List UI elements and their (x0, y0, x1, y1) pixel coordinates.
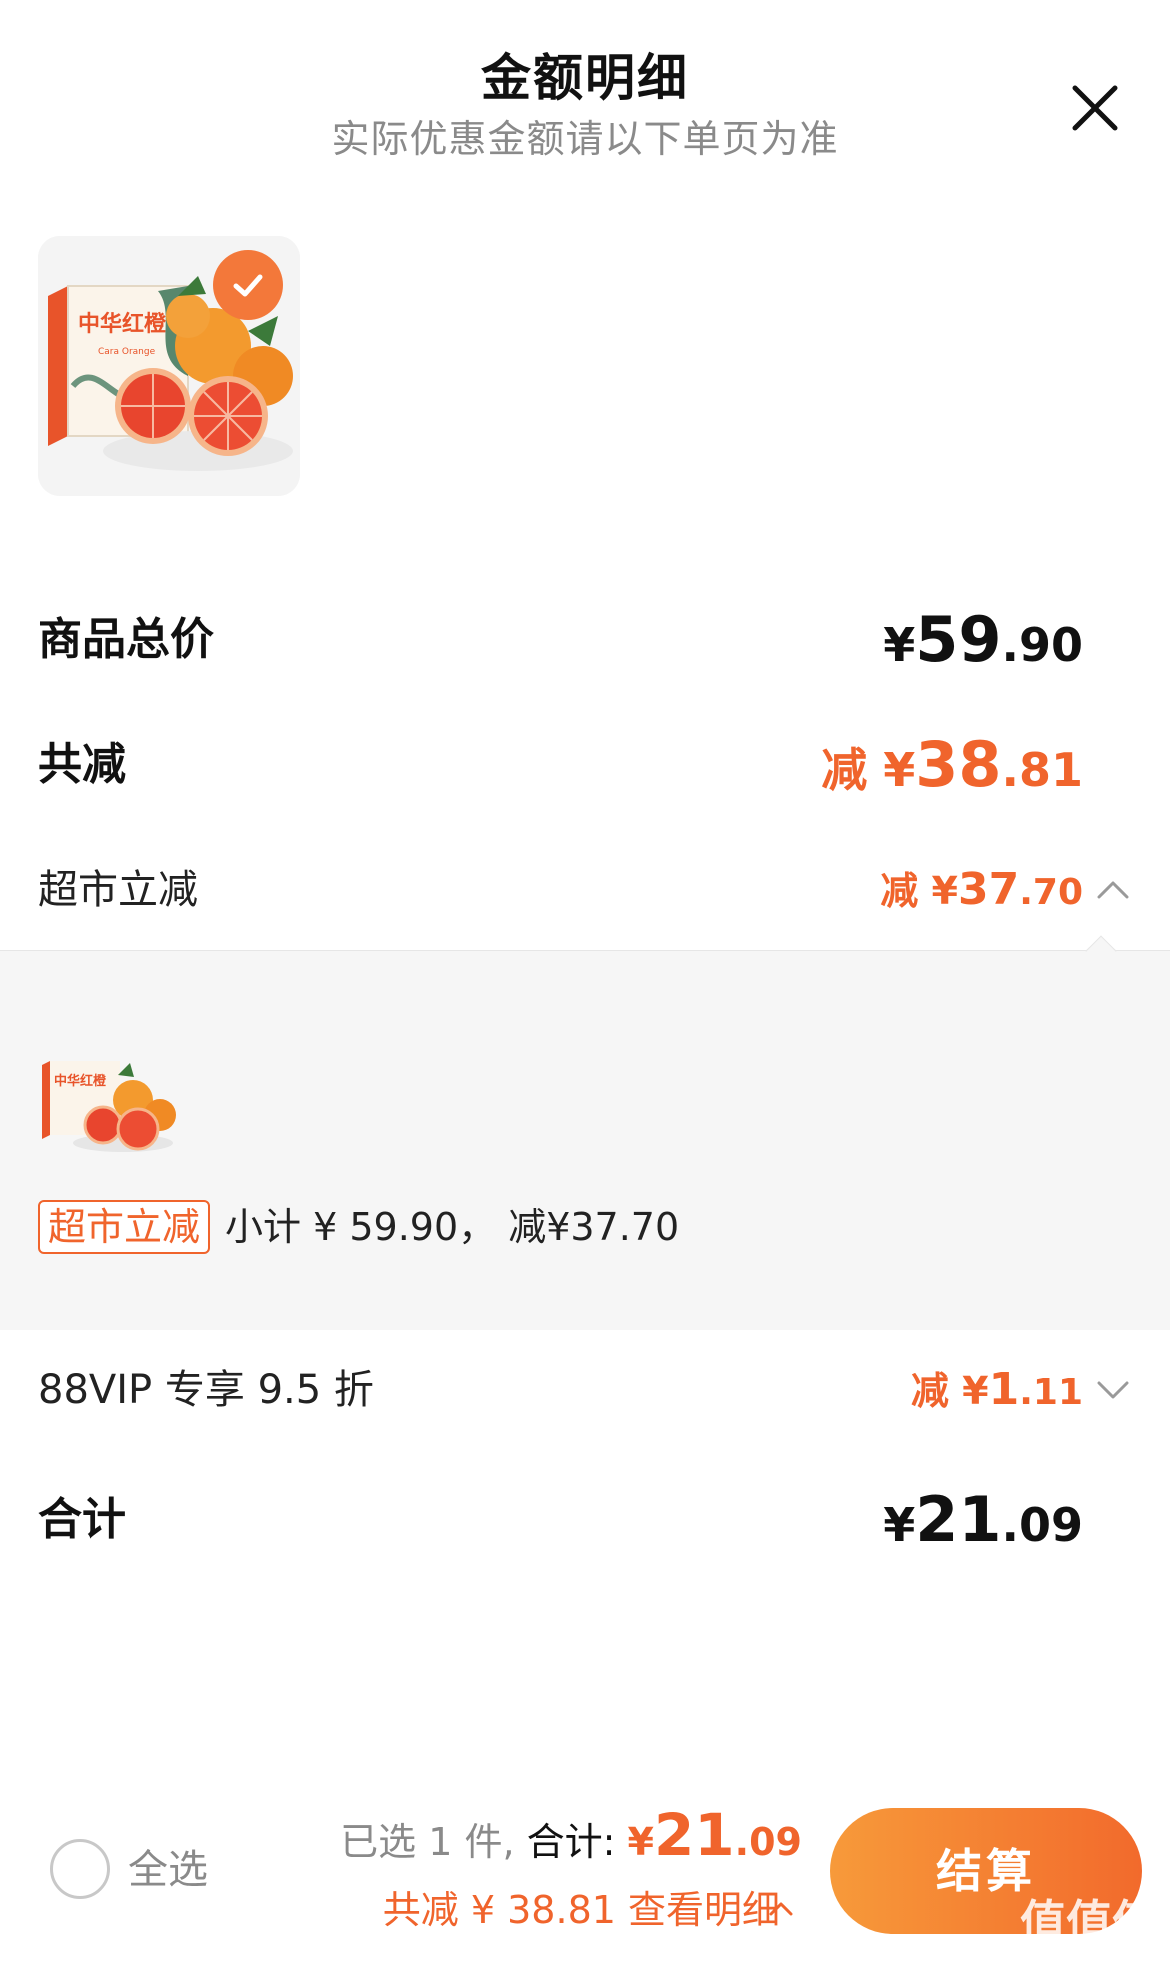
watermark: 值值值 zhizhizhi.com (1020, 1886, 1166, 1966)
watermark-text: 值值值 (1020, 1895, 1158, 1949)
bottom-total-amount: ¥21.09 (627, 1801, 803, 1869)
goods-total-row: 商品总价 ¥59.90 (38, 600, 1133, 680)
goods-total-label: 商品总价 (38, 614, 214, 665)
vip-discount-label: 88VIP 专享 9.5 折 (38, 1367, 374, 1413)
select-all-label[interactable]: 全选 (128, 1840, 208, 1900)
supermarket-discount-label: 超市立减 (38, 867, 198, 913)
total-reduce-value: 减 ¥38.81 (821, 725, 1083, 821)
price-decimal: .09 (734, 1820, 802, 1864)
amount-detail-sheet: 金额明细 实际优惠金额请以下单页为准 中华红橙 Cara Orange 商品总价… (0, 0, 1170, 1970)
price-integer: 37 (957, 864, 1020, 915)
selected-summary: 已选 1 件, 合计: ¥21.09 (340, 1800, 802, 1877)
supermarket-discount-value: 减 ¥37.70 (880, 850, 1083, 939)
expand-toggle[interactable] (1093, 1370, 1133, 1410)
reduce-prefix: 减 (880, 869, 932, 913)
price-integer: 38 (915, 728, 1002, 801)
price-integer: 1 (988, 1364, 1020, 1415)
currency-symbol: ¥ (627, 1820, 654, 1864)
goods-total-value: ¥59.90 (883, 600, 1083, 696)
select-all-radio[interactable] (50, 1839, 110, 1899)
collapse-toggle[interactable] (1093, 870, 1133, 910)
svg-text:中华红橙: 中华红橙 (78, 311, 167, 337)
currency-symbol: ¥ (931, 869, 958, 913)
price-integer: 59 (915, 603, 1002, 676)
detail-product-thumbnail: 中华红橙 (38, 1055, 180, 1155)
total-label: 合计: (526, 1820, 628, 1864)
price-integer: 21 (915, 1483, 1002, 1556)
product-image-small: 中华红橙 (38, 1055, 180, 1155)
chevron-up-icon (769, 1902, 793, 1916)
chevron-up-icon (1097, 881, 1129, 899)
selected-count: 已选 1 件, (340, 1820, 527, 1864)
supermarket-discount-row[interactable]: 超市立减 减 ¥37.70 (38, 850, 1133, 930)
reduce-prefix: 减 (910, 1369, 963, 1413)
close-button[interactable] (1065, 78, 1125, 138)
svg-text:中华红橙: 中华红橙 (54, 1073, 107, 1089)
sum-value: ¥21.09 (883, 1480, 1083, 1576)
price-decimal: .70 (1019, 872, 1083, 913)
total-reduce-label: 共减 (38, 739, 126, 790)
price-decimal: .90 (1001, 618, 1084, 672)
vip-discount-value: 减 ¥1.11 (911, 1350, 1083, 1439)
reduce-prefix: 减 (821, 743, 884, 797)
price-decimal: .81 (1001, 743, 1084, 797)
sum-row: 合计 ¥21.09 (38, 1480, 1133, 1560)
checkmark-icon (233, 274, 263, 297)
close-icon (1072, 85, 1118, 131)
total-reduce-row: 共减 减 ¥38.81 (38, 725, 1133, 805)
price-decimal: .11 (1019, 1372, 1083, 1413)
currency-symbol: ¥ (883, 618, 916, 672)
chevron-down-icon (1097, 1381, 1129, 1399)
currency-symbol: ¥ (962, 1369, 989, 1413)
currency-symbol: ¥ (883, 1498, 916, 1552)
selected-check-badge[interactable] (213, 250, 283, 320)
subtotal-text: 小计 ¥ 59.90， 减¥37.70 (225, 1205, 680, 1249)
vip-discount-row[interactable]: 88VIP 专享 9.5 折 减 ¥1.11 (38, 1350, 1133, 1430)
sheet-title: 金额明细 (481, 49, 689, 107)
currency-symbol: ¥ (883, 743, 916, 797)
watermark-url: zhizhizhi.com (1022, 1944, 1131, 1963)
view-detail-link[interactable]: 共减 ¥ 38.81 查看明细 (383, 1880, 780, 1940)
supermarket-discount-tag: 超市立减 (38, 1200, 211, 1254)
sheet-subtitle: 实际优惠金额请以下单页为准 (331, 117, 839, 161)
price-integer: 21 (653, 1801, 735, 1869)
sum-label: 合计 (38, 1494, 126, 1545)
svg-text:Cara Orange: Cara Orange (98, 347, 156, 357)
view-detail-chevron[interactable] (765, 1893, 797, 1925)
price-decimal: .09 (1001, 1498, 1084, 1552)
